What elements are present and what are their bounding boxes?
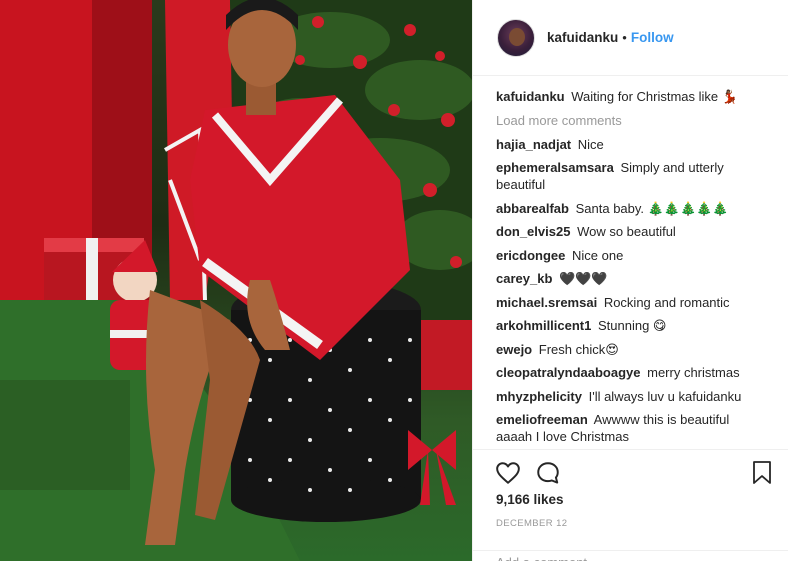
comment-item: hajia_nadjat Nice [496,136,766,153]
likes-count[interactable]: 9,166 likes [496,492,564,507]
comment-text: Santa baby. 🎄🎄🎄🎄🎄 [575,200,729,216]
post-header: kafuidanku • Follow [473,0,788,76]
comment-item: don_elvis25 Wow so beautiful [496,223,766,240]
comment-item: michael.sremsai Rocking and romantic [496,294,766,311]
comment-username[interactable]: ewejo [496,342,532,357]
comment-username[interactable]: ericdongee [496,248,565,263]
comment-username[interactable]: ephemeralsamsara [496,160,614,175]
comment-text: Wow so beautiful [577,224,676,239]
comment-username[interactable]: mhyzphelicity [496,389,582,404]
comment-item: arkohmillicent1 Stunning 😋 [496,317,766,334]
green-step [0,380,130,490]
comment-text: 🖤🖤🖤 [559,271,608,286]
comment-item: emeliofreeman Awwww this is beautiful aa… [496,411,766,445]
comment-item: ephemeralsamsara Simply and utterly beau… [496,159,766,193]
comment-text: merry christmas [647,365,740,380]
header-username[interactable]: kafuidanku [547,30,618,45]
comment-username[interactable]: abbarealfab [496,201,569,216]
gift-box-right [418,320,472,390]
comment-text: Rocking and romantic [603,294,730,310]
comment-item: carey_kb 🖤🖤🖤 [496,270,766,287]
caption: kafuidanku Waiting for Christmas like 💃🏾 [496,88,766,105]
comment-icon[interactable] [535,460,561,486]
bookmark-icon[interactable] [750,460,774,486]
comment-item: ewejo Fresh chick😍 [496,341,766,358]
comment-text: Nice [577,136,604,152]
comment-item: mhyzphelicity I'll always luv u kafuidan… [496,388,766,405]
caption-text: Waiting for Christmas like 💃🏾 [571,89,738,104]
comment-username[interactable]: hajia_nadjat [496,137,571,152]
comment-item: cleopatralyndaaboagye merry christmas [496,364,766,381]
comment-text: Fresh chick😍 [538,341,619,357]
post-side-panel: kafuidanku • Follow kafuidanku Waiting f… [472,0,788,561]
photo-illustration [0,0,472,561]
avatar[interactable] [497,18,535,57]
post-actions-section: 9,166 likes DECEMBER 12 Add a comment... [473,449,788,561]
post-date: DECEMBER 12 [496,518,568,529]
caption-username[interactable]: kafuidanku [496,89,565,104]
comment-username[interactable]: don_elvis25 [496,224,570,239]
comment-text: Stunning 😋 [598,318,667,333]
comments-list: kafuidanku Waiting for Christmas like 💃🏾… [496,88,766,452]
follow-button[interactable]: Follow [631,30,674,45]
comment-item: abbarealfab Santa baby. 🎄🎄🎄🎄🎄 [496,200,766,217]
comment-username[interactable]: arkohmillicent1 [496,318,591,333]
comment-username[interactable]: emeliofreeman [496,412,588,427]
load-more-comments-link[interactable]: Load more comments [496,112,766,129]
comment-item: ericdongee Nice one [496,247,766,264]
heart-icon[interactable] [495,460,521,486]
add-comment-input[interactable]: Add a comment... [473,550,788,561]
comment-username[interactable]: carey_kb [496,271,552,286]
comment-text: I'll always luv u kafuidanku [588,388,742,404]
comment-username[interactable]: cleopatralyndaaboagye [496,365,641,380]
comment-text: Nice one [571,247,624,263]
header-separator-dot: • [622,30,627,45]
post-photo[interactable] [0,0,472,561]
comment-username[interactable]: michael.sremsai [496,295,597,310]
action-bar [495,460,561,486]
